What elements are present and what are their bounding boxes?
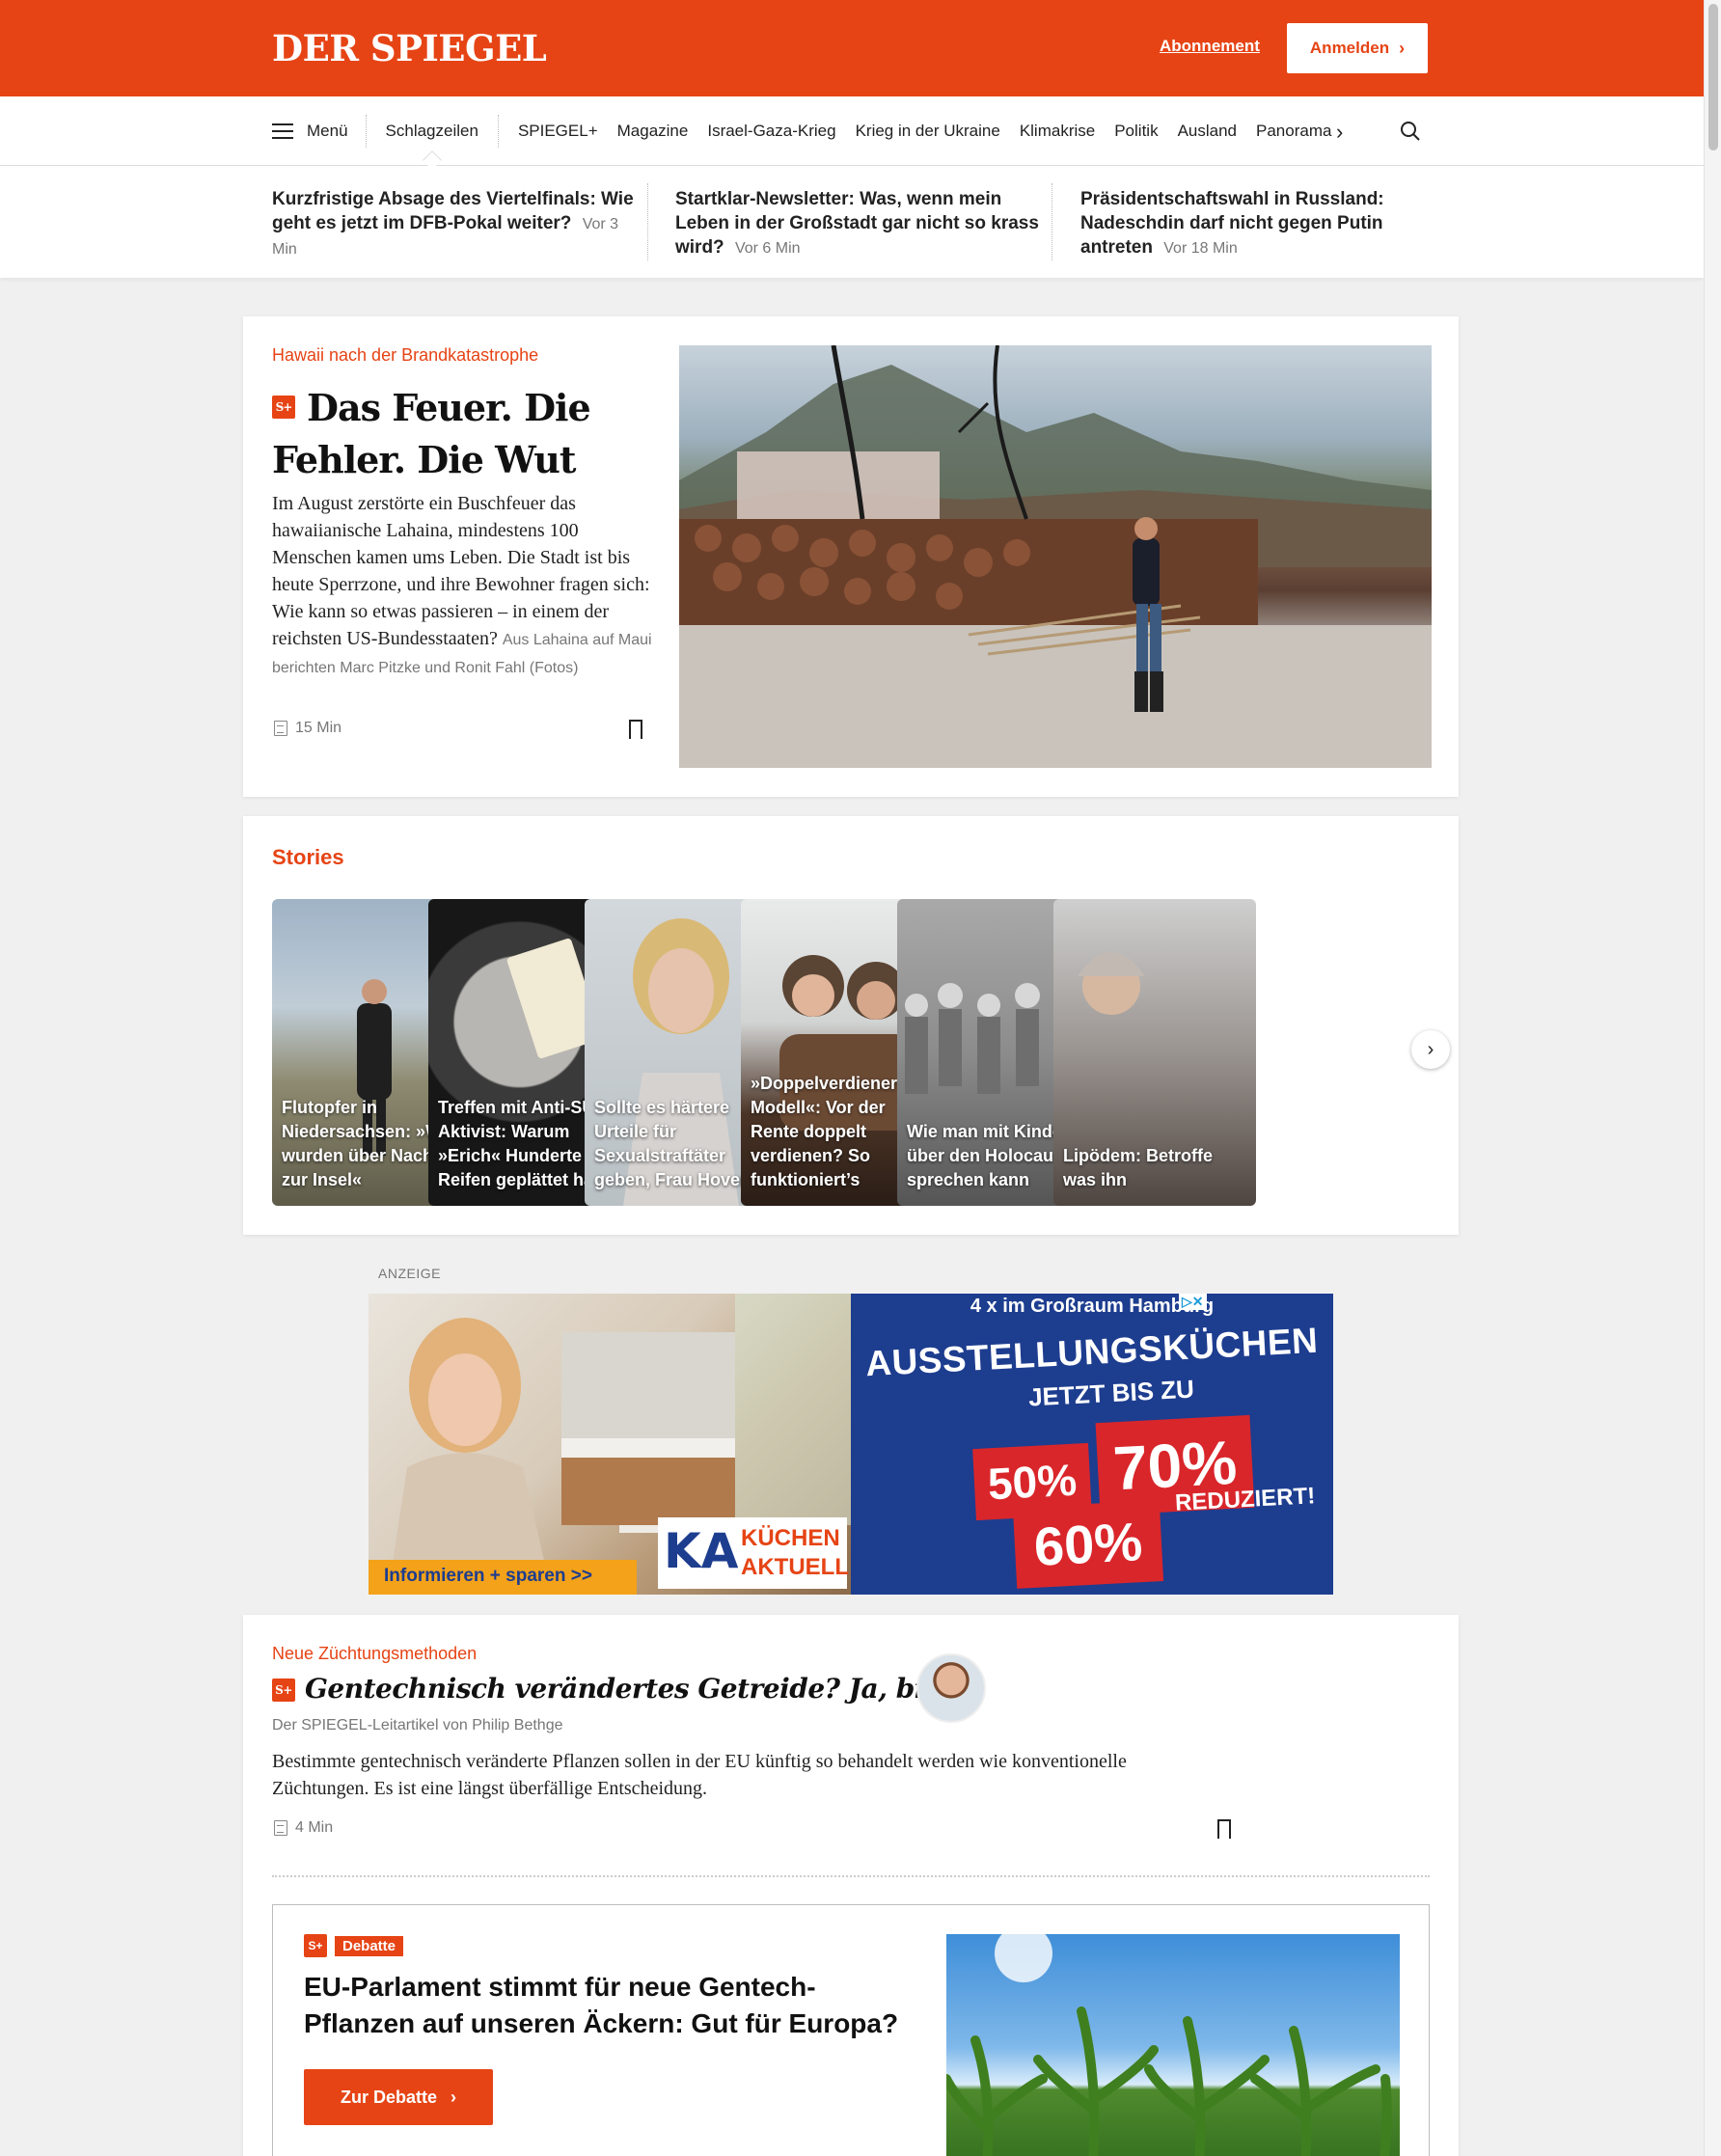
kuechen-aktuell-logo: KA KÜCHEN AKTUELL — [658, 1517, 849, 1589]
editorial-section: Neue Züchtungsmethoden S+ Gentechnisch ve… — [243, 1615, 1459, 2156]
editorial-title-text: Gentechnisch verändertes Getreide? Ja, b… — [305, 1673, 976, 1705]
story-title: Lipödem: Betroffe was ihn — [1063, 1146, 1213, 1189]
ad-label: ANZEIGE — [378, 1266, 441, 1281]
ka-mark: KA — [664, 1523, 739, 1579]
menu-button[interactable]: Menü — [272, 115, 367, 148]
spiegel-logo[interactable]: DER SPIEGEL — [272, 27, 547, 69]
breaking-title: Kurzfristige Absage des Viertelfinals: W… — [272, 189, 634, 233]
chevron-right-icon: › — [1427, 1038, 1434, 1060]
ad-pct-60: 60% — [1012, 1500, 1164, 1589]
article-icon — [274, 721, 287, 736]
nav-item-schlagzeilen[interactable]: Schlagzeilen — [367, 115, 499, 170]
hero-title[interactable]: S+ Das Feuer. Die Fehler. Die Wut — [272, 382, 658, 486]
main-navigation: Menü Schlagzeilen SPIEGEL+ Magazine Isra… — [0, 96, 1704, 170]
breaking-item[interactable]: Präsidentschaftswahl in Russland: Nadesc… — [1080, 187, 1447, 260]
logo-line-2: AKTUELL — [741, 1554, 849, 1580]
nav-item-klimakrise[interactable]: Klimakrise — [1010, 115, 1105, 148]
nav-item-politik[interactable]: Politik — [1105, 115, 1167, 148]
nav-item-panorama[interactable]: Panorama — [1246, 115, 1341, 148]
divider — [272, 1875, 1430, 1877]
anmelden-button[interactable]: Anmelden › — [1287, 23, 1428, 73]
nav-item-israel-gaza-krieg[interactable]: Israel-Gaza-Krieg — [697, 115, 845, 148]
stories-heading: Stories — [272, 845, 344, 869]
nav-item-krieg-ukraine[interactable]: Krieg in der Ukraine — [846, 115, 1010, 148]
hero-teaser[interactable]: Hawaii nach der Brandkatastrophe S+ Das F… — [243, 316, 1459, 797]
debate-tags: S+ Debatte — [304, 1934, 404, 1957]
logo-line-1: KÜCHEN — [741, 1525, 840, 1551]
debate-title[interactable]: EU-Parlament stimmt für neue Gentech-Pfl… — [304, 1969, 921, 2042]
author-avatar — [916, 1653, 986, 1723]
adchoices-icon[interactable]: ▷✕ — [1179, 1294, 1207, 1310]
menu-label: Menü — [307, 122, 348, 140]
nav-item-label: Schlagzeilen — [385, 122, 478, 140]
breaking-news-bar: Kurzfristige Absage des Viertelfinals: W… — [0, 166, 1704, 278]
spiegel-plus-icon: S+ — [272, 396, 295, 419]
burned-landscape-image — [679, 345, 1432, 768]
editorial-text: Bestimmte gentechnisch veränderte Pflanz… — [272, 1751, 1127, 1799]
nav-item-spiegel-plus[interactable]: SPIEGEL+ — [508, 115, 608, 148]
scrollbar[interactable] — [1704, 0, 1721, 2156]
hero-text-body: Im August zerstörte ein Buschfeuer das h… — [272, 493, 650, 649]
breaking-item[interactable]: Startklar-Newsletter: Was, wenn mein Leb… — [675, 187, 1042, 260]
chevron-right-icon: › — [451, 2087, 456, 2107]
breaking-item[interactable]: Kurzfristige Absage des Viertelfinals: W… — [272, 187, 639, 261]
editorial-kicker: Neue Züchtungsmethoden — [272, 1644, 478, 1663]
spiegel-plus-icon: S+ — [272, 1678, 295, 1702]
chevron-right-icon[interactable]: › — [1336, 120, 1343, 145]
site-header: DER SPIEGEL Abonnement Anmelden › — [0, 0, 1704, 96]
ad-top-line: 4 x im Großraum Hamburg — [970, 1296, 1215, 1317]
search-icon[interactable] — [1399, 120, 1422, 143]
reading-time: 4 Min — [274, 1819, 333, 1837]
spiegel-plus-icon: S+ — [304, 1934, 327, 1957]
scrollbar-thumb[interactable] — [1708, 4, 1718, 150]
hero-image[interactable] — [679, 345, 1432, 768]
breaking-time: Vor 18 Min — [1163, 240, 1238, 257]
anmelden-label: Anmelden — [1309, 39, 1390, 57]
corn-field-image — [946, 1934, 1400, 2156]
breaking-time: Vor 6 Min — [734, 240, 801, 257]
stories-next-button[interactable]: › — [1411, 1030, 1450, 1069]
reading-time: 15 Min — [274, 720, 341, 737]
reading-time-label: 15 Min — [295, 720, 342, 736]
article-icon — [274, 1820, 287, 1836]
bookmark-icon[interactable] — [629, 720, 642, 740]
hero-kicker: Hawaii nach der Brandkatastrophe — [272, 345, 539, 365]
advertisement[interactable]: Informieren + sparen >> KA KÜCHEN AKTUEL… — [369, 1294, 1333, 1595]
zur-debatte-button[interactable]: Zur Debatte › — [304, 2069, 493, 2125]
stories-section: Stories Flutopfer in Niedersachsen: »Wir… — [243, 816, 1459, 1235]
abonnement-link[interactable]: Abonnement — [1160, 37, 1260, 56]
debate-box[interactable]: S+ Debatte EU-Parlament stimmt für neue … — [272, 1904, 1430, 2156]
story-card[interactable]: Lipödem: Betroffe was ihn — [1053, 899, 1256, 1206]
reading-time-label: 4 Min — [295, 1819, 334, 1836]
corn-plants — [946, 1934, 1392, 2156]
hero-teaser-text: Im August zerstörte ein Buschfeuer das h… — [272, 490, 658, 681]
nav-item-magazine[interactable]: Magazine — [608, 115, 698, 148]
hamburger-icon — [272, 123, 293, 139]
ad-cta-button[interactable]: Informieren + sparen >> — [369, 1560, 637, 1595]
breaking-title: Startklar-Newsletter: Was, wenn mein Leb… — [675, 189, 1039, 258]
divider — [647, 183, 648, 260]
ad-offer-panel: 4 x im Großraum Hamburg AUSSTELLUNGSKÜCH… — [851, 1294, 1333, 1595]
editorial-author: Der SPIEGEL-Leitartikel von Philip Bethg… — [272, 1717, 563, 1733]
debate-button-label: Zur Debatte — [340, 2087, 437, 2107]
debate-tag: Debatte — [335, 1935, 404, 1956]
hero-title-text: Das Feuer. Die Fehler. Die Wut — [272, 386, 591, 481]
bookmark-icon[interactable] — [1217, 1819, 1231, 1840]
nav-item-ausland[interactable]: Ausland — [1168, 115, 1246, 148]
editorial-title[interactable]: S+ Gentechnisch verändertes Getreide? Ja,… — [272, 1673, 976, 1705]
chevron-right-icon: › — [1399, 38, 1406, 58]
